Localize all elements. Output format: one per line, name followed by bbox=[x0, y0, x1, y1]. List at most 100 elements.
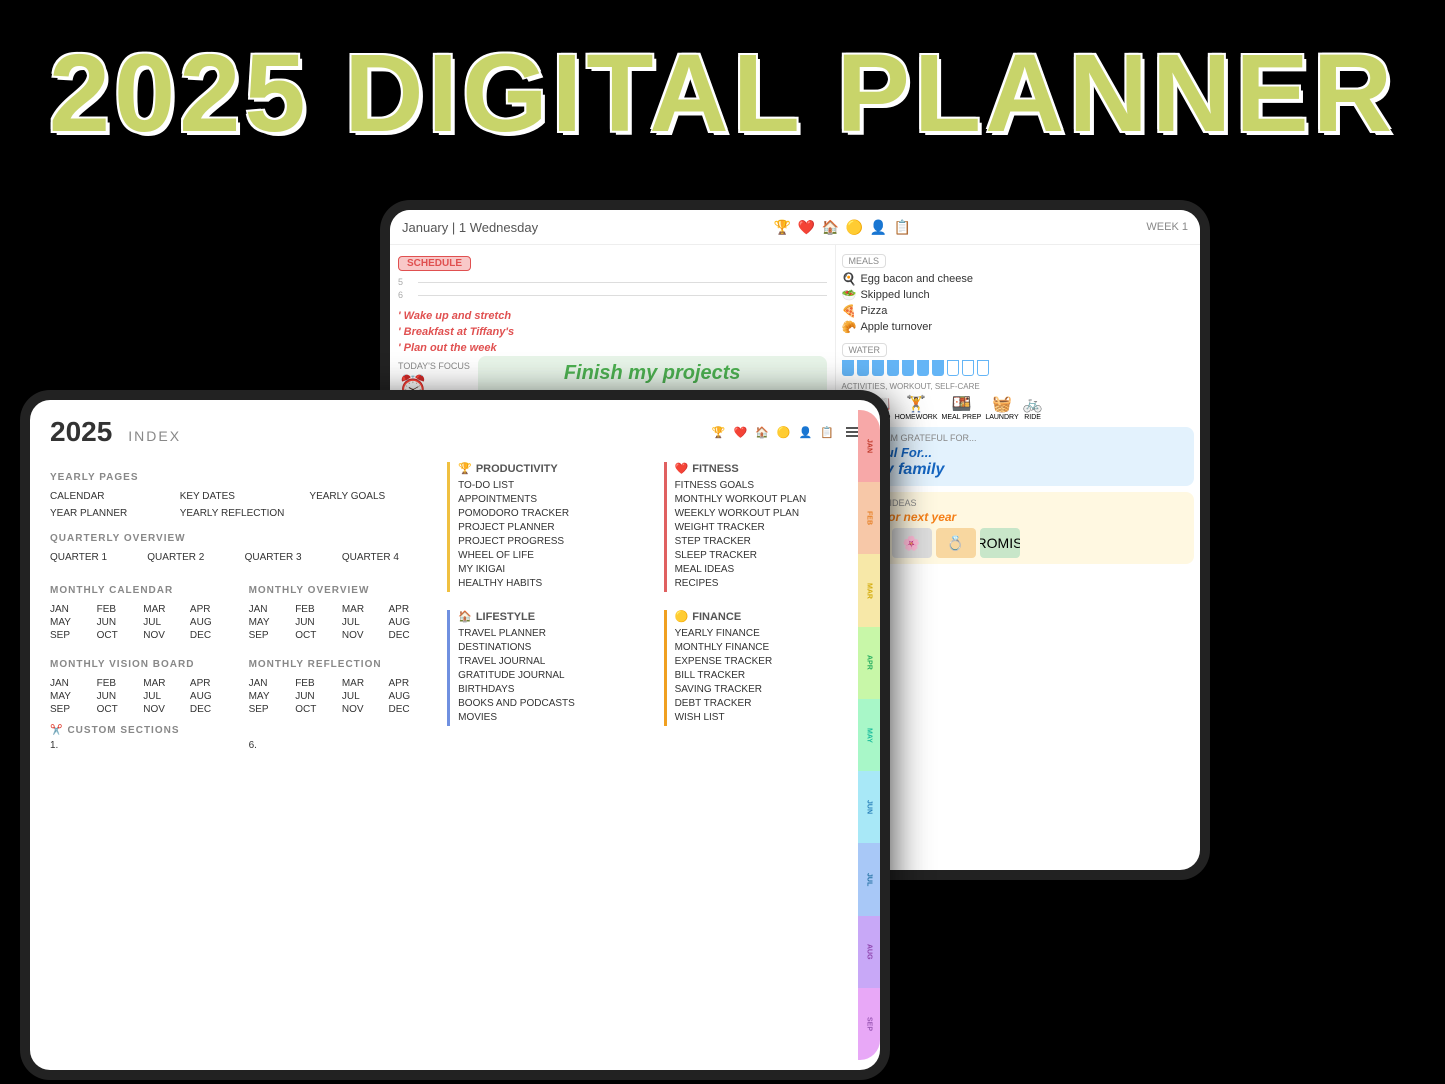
pomodoro-link[interactable]: POMODORO TRACKER bbox=[458, 508, 643, 519]
travel-planner-link[interactable]: TRAVEL PLANNER bbox=[458, 628, 643, 639]
debt-tracker-link[interactable]: DEBT TRACKER bbox=[675, 698, 860, 709]
project-progress-link[interactable]: PROJECT PROGRESS bbox=[458, 536, 643, 547]
vb-jan[interactable]: JAN bbox=[50, 678, 93, 689]
mc-aug[interactable]: AUG bbox=[190, 617, 233, 628]
project-planner-link[interactable]: PROJECT PLANNER bbox=[458, 522, 643, 533]
mo-jan[interactable]: JAN bbox=[249, 604, 292, 615]
front-tab-feb[interactable]: FEB bbox=[858, 482, 880, 554]
mc-dec[interactable]: DEC bbox=[190, 630, 233, 641]
ref-dec[interactable]: DEC bbox=[388, 704, 431, 715]
quarter1-link[interactable]: QUARTER 1 bbox=[50, 552, 139, 563]
mc-apr[interactable]: APR bbox=[190, 604, 233, 615]
mo-may[interactable]: MAY bbox=[249, 617, 292, 628]
heart-fit-icon: ❤️ bbox=[675, 462, 689, 475]
quarter3-link[interactable]: QUARTER 3 bbox=[245, 552, 334, 563]
quarter2-link[interactable]: QUARTER 2 bbox=[147, 552, 236, 563]
vb-oct[interactable]: OCT bbox=[97, 704, 140, 715]
saving-tracker-link[interactable]: SAVING TRACKER bbox=[675, 684, 860, 695]
mc-jun[interactable]: JUN bbox=[97, 617, 140, 628]
finance-header: 🟡 FINANCE bbox=[675, 610, 860, 623]
vb-may[interactable]: MAY bbox=[50, 691, 93, 702]
front-tab-jun[interactable]: JUN bbox=[858, 771, 880, 843]
vb-feb[interactable]: FEB bbox=[97, 678, 140, 689]
ref-jun[interactable]: JUN bbox=[295, 691, 338, 702]
ref-apr[interactable]: APR bbox=[388, 678, 431, 689]
key-dates-link[interactable]: KEY DATES bbox=[180, 491, 302, 502]
mo-sep[interactable]: SEP bbox=[249, 630, 292, 641]
mo-dec[interactable]: DEC bbox=[388, 630, 431, 641]
mc-sep[interactable]: SEP bbox=[50, 630, 93, 641]
mo-nov[interactable]: NOV bbox=[342, 630, 385, 641]
vb-sep[interactable]: SEP bbox=[50, 704, 93, 715]
mc-nov[interactable]: NOV bbox=[143, 630, 186, 641]
mo-apr[interactable]: APR bbox=[388, 604, 431, 615]
mo-aug[interactable]: AUG bbox=[388, 617, 431, 628]
birthdays-link[interactable]: BIRTHDAYS bbox=[458, 684, 643, 695]
movies-link[interactable]: MOVIES bbox=[458, 712, 643, 723]
wheel-life-link[interactable]: WHEEL OF LIFE bbox=[458, 550, 643, 561]
yearly-finance-link[interactable]: YEARLY FINANCE bbox=[675, 628, 860, 639]
mo-jul[interactable]: JUL bbox=[342, 617, 385, 628]
schedule-line: 6 bbox=[398, 290, 827, 300]
vb-jul[interactable]: JUL bbox=[143, 691, 186, 702]
year-planner-link[interactable]: YEAR PLANNER bbox=[50, 508, 172, 519]
mc-oct[interactable]: OCT bbox=[97, 630, 140, 641]
bill-tracker-link[interactable]: BILL TRACKER bbox=[675, 670, 860, 681]
fitness-goals-link[interactable]: FITNESS GOALS bbox=[675, 480, 860, 491]
ref-jan[interactable]: JAN bbox=[249, 678, 292, 689]
books-podcasts-link[interactable]: BOOKS AND PODCASTS bbox=[458, 698, 643, 709]
quarter4-link[interactable]: QUARTER 4 bbox=[342, 552, 431, 563]
weight-tracker-link[interactable]: WEIGHT TRACKER bbox=[675, 522, 860, 533]
vb-mar[interactable]: MAR bbox=[143, 678, 186, 689]
recipes-link[interactable]: RECIPES bbox=[675, 578, 860, 589]
ref-oct[interactable]: OCT bbox=[295, 704, 338, 715]
ref-jul[interactable]: JUL bbox=[342, 691, 385, 702]
ref-aug[interactable]: AUG bbox=[388, 691, 431, 702]
ref-sep[interactable]: SEP bbox=[249, 704, 292, 715]
ikigai-link[interactable]: MY IKIGAI bbox=[458, 564, 643, 575]
monthly-finance-link[interactable]: MONTHLY FINANCE bbox=[675, 642, 860, 653]
todo-link[interactable]: TO-DO LIST bbox=[458, 480, 643, 491]
gratitude-journal-link[interactable]: GRATITUDE JOURNAL bbox=[458, 670, 643, 681]
front-tab-mar[interactable]: MAR bbox=[858, 554, 880, 626]
vb-aug[interactable]: AUG bbox=[190, 691, 233, 702]
mo-jun[interactable]: JUN bbox=[295, 617, 338, 628]
yearly-reflection-link[interactable]: YEARLY REFLECTION bbox=[180, 508, 302, 519]
yearly-goals-link[interactable]: YEARLY GOALS bbox=[309, 491, 431, 502]
wish-list-link[interactable]: WISH LIST bbox=[675, 712, 860, 723]
mc-mar[interactable]: MAR bbox=[143, 604, 186, 615]
front-tab-jul[interactable]: JUL bbox=[858, 843, 880, 915]
vb-dec[interactable]: DEC bbox=[190, 704, 233, 715]
front-tab-sep[interactable]: SEP bbox=[858, 988, 880, 1060]
meal-ideas-link[interactable]: MEAL IDEAS bbox=[675, 564, 860, 575]
ref-feb[interactable]: FEB bbox=[295, 678, 338, 689]
mc-feb[interactable]: FEB bbox=[97, 604, 140, 615]
front-tab-jan[interactable]: JAN bbox=[858, 410, 880, 482]
mc-may[interactable]: MAY bbox=[50, 617, 93, 628]
monthly-workout-link[interactable]: MONTHLY WORKOUT PLAN bbox=[675, 494, 860, 505]
vb-nov[interactable]: NOV bbox=[143, 704, 186, 715]
ref-nov[interactable]: NOV bbox=[342, 704, 385, 715]
expense-tracker-link[interactable]: EXPENSE TRACKER bbox=[675, 656, 860, 667]
ref-mar[interactable]: MAR bbox=[342, 678, 385, 689]
ref-may[interactable]: MAY bbox=[249, 691, 292, 702]
healthy-habits-link[interactable]: HEALTHY HABITS bbox=[458, 578, 643, 589]
calendar-link[interactable]: CALENDAR bbox=[50, 491, 172, 502]
appointments-link[interactable]: APPOINTMENTS bbox=[458, 494, 643, 505]
vb-apr[interactable]: APR bbox=[190, 678, 233, 689]
front-tab-may[interactable]: MAY bbox=[858, 699, 880, 771]
destinations-link[interactable]: DESTINATIONS bbox=[458, 642, 643, 653]
step-tracker-link[interactable]: STEP TRACKER bbox=[675, 536, 860, 547]
mo-oct[interactable]: OCT bbox=[295, 630, 338, 641]
vb-jun[interactable]: JUN bbox=[97, 691, 140, 702]
sleep-tracker-link[interactable]: SLEEP TRACKER bbox=[675, 550, 860, 561]
mo-feb[interactable]: FEB bbox=[295, 604, 338, 615]
travel-journal-link[interactable]: TRAVEL JOURNAL bbox=[458, 656, 643, 667]
weekly-workout-link[interactable]: WEEKLY WORKOUT PLAN bbox=[675, 508, 860, 519]
mc-jul[interactable]: JUL bbox=[143, 617, 186, 628]
front-tab-apr[interactable]: APR bbox=[858, 627, 880, 699]
water-cup-8 bbox=[947, 360, 959, 376]
mo-mar[interactable]: MAR bbox=[342, 604, 385, 615]
front-tab-aug[interactable]: AUG bbox=[858, 916, 880, 988]
mc-jan[interactable]: JAN bbox=[50, 604, 93, 615]
